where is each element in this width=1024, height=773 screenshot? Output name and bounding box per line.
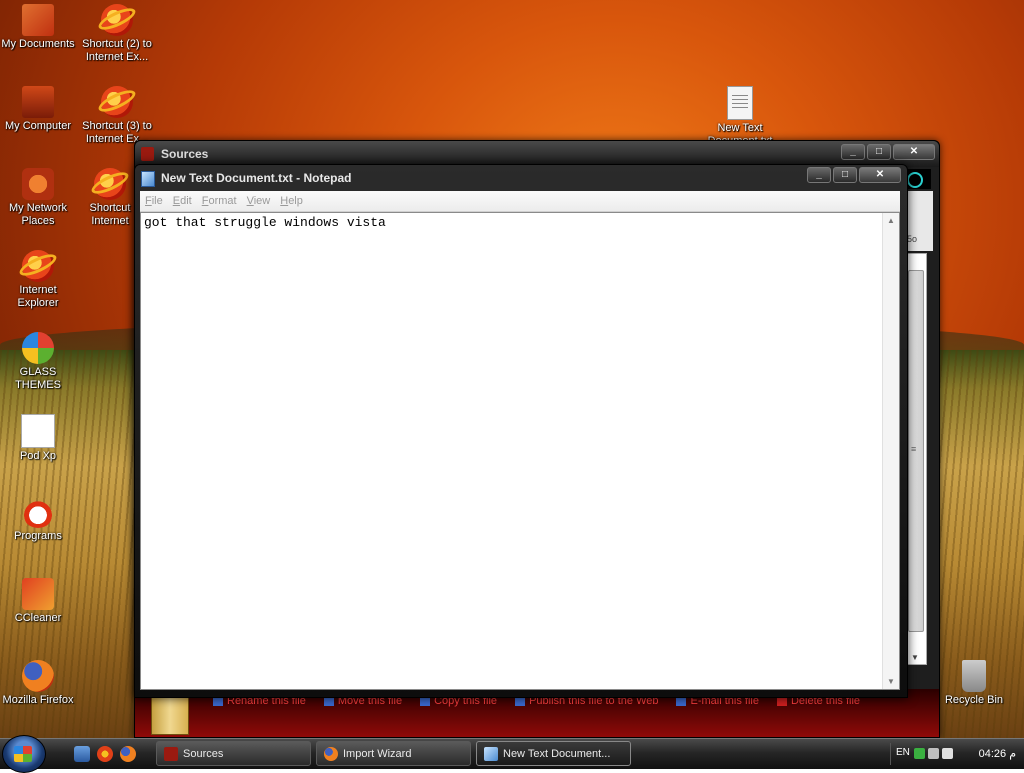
desktop-icon-label: My Network Places <box>8 202 68 227</box>
taskbar-button-label: Sources <box>183 748 224 760</box>
sources-toolbar-fragment <box>905 169 931 189</box>
desktop-icon-label: CCleaner <box>14 612 62 624</box>
internet-explorer-icon[interactable] <box>97 746 113 762</box>
desktop-icon-my-computer[interactable]: My Computer <box>0 86 76 133</box>
sources-window-controls: _ □ ✕ <box>841 144 935 160</box>
menu-file[interactable]: File <box>140 191 168 211</box>
desktop-icon-mozilla-firefox[interactable]: Mozilla Firefox <box>0 660 76 707</box>
system-tray: EN 04:26 م <box>890 739 1024 769</box>
notepad-window[interactable]: New Text Document.txt - Notepad _ □ ✕ Fi… <box>134 164 908 698</box>
sources-panel-fragment: 5o <box>905 191 933 251</box>
menu-format[interactable]: Format <box>197 191 242 211</box>
desktop-icon-my-documents[interactable]: My Documents <box>0 4 76 51</box>
sources-window-icon <box>141 147 154 161</box>
taskbar-button-label: Import Wizard <box>343 748 412 760</box>
taskbar-button-sources[interactable]: Sources <box>156 741 311 766</box>
scroll-grip-icon: ≡ <box>911 444 917 454</box>
menu-help[interactable]: Help <box>275 191 308 211</box>
text-file-icon <box>727 86 753 120</box>
desktop-icon-label: Shortcut (2) to Internet Ex... <box>82 38 152 63</box>
clock[interactable]: 04:26 م <box>979 747 1016 760</box>
windows-logo-icon <box>14 746 32 762</box>
desktop-icon-programs[interactable]: Programs <box>0 496 76 543</box>
desktop-icon-label: Mozilla Firefox <box>2 694 74 706</box>
volume-icon[interactable] <box>942 748 953 759</box>
sources-minimize-button[interactable]: _ <box>841 144 865 160</box>
desktop-icon-label: Programs <box>14 530 62 542</box>
windows-logo-icon <box>22 332 54 364</box>
language-indicator[interactable]: EN <box>896 747 910 758</box>
desktop: My Documents Shortcut (2) to Internet Ex… <box>0 0 1024 738</box>
notepad-content[interactable]: got that struggle windows vista <box>144 215 386 230</box>
internet-explorer-icon <box>101 4 133 36</box>
sources-maximize-button[interactable]: □ <box>867 144 891 160</box>
folder-icon <box>151 695 189 735</box>
desktop-icon-label: My Documents <box>1 38 75 50</box>
taskbar: Sources Import Wizard New Text Document.… <box>0 735 1024 773</box>
recycle-bin-icon <box>962 660 986 692</box>
start-button[interactable] <box>2 735 46 773</box>
notepad-minimize-button[interactable]: _ <box>807 167 831 183</box>
network-icon[interactable] <box>928 748 939 759</box>
notepad-icon <box>484 747 498 761</box>
scroll-down-arrow-icon[interactable]: ▼ <box>911 653 919 662</box>
internet-explorer-icon <box>94 168 126 200</box>
ccleaner-icon <box>22 578 54 610</box>
tray-divider <box>890 743 891 765</box>
sources-scrollbar[interactable]: ≡ ▼ <box>905 253 927 665</box>
desktop-icon-ccleaner[interactable]: CCleaner <box>0 578 76 625</box>
taskbar-button-import-wizard[interactable]: Import Wizard <box>316 741 471 766</box>
notepad-close-button[interactable]: ✕ <box>859 167 901 183</box>
refresh-ring-icon <box>907 172 923 188</box>
sources-app-icon <box>164 747 178 761</box>
my-computer-icon <box>22 86 54 118</box>
show-desktop-icon[interactable] <box>74 746 90 762</box>
network-places-icon <box>22 168 54 200</box>
sources-close-button[interactable]: ✕ <box>893 144 935 160</box>
programs-icon <box>22 496 54 528</box>
document-icon <box>21 414 55 448</box>
desktop-icon-pod-xp[interactable]: Pod Xp <box>0 414 76 463</box>
scroll-down-arrow-icon[interactable]: ▼ <box>887 677 895 686</box>
menu-edit[interactable]: Edit <box>168 191 197 211</box>
desktop-icon-recycle-bin[interactable]: Recycle Bin <box>936 660 1012 707</box>
notepad-window-title: New Text Document.txt - Notepad <box>161 171 352 185</box>
notepad-window-controls: _ □ ✕ <box>807 167 901 183</box>
desktop-icon-label: GLASS THEMES <box>15 366 61 391</box>
desktop-icon-shortcut-2-ie[interactable]: Shortcut (2) to Internet Ex... <box>79 4 155 64</box>
my-documents-icon <box>22 4 54 36</box>
firefox-icon <box>324 747 338 761</box>
check-icon[interactable] <box>914 748 925 759</box>
desktop-icon-glass-themes[interactable]: GLASS THEMES <box>0 332 76 392</box>
desktop-icon-label: Internet Explorer <box>17 284 59 309</box>
notepad-text-area[interactable]: got that struggle windows vista ▲ ▼ <box>140 212 900 690</box>
desktop-icon-shortcut-3-ie[interactable]: Shortcut (3) to Internet Ex... <box>79 86 155 146</box>
notepad-vertical-scrollbar[interactable]: ▲ ▼ <box>882 213 899 689</box>
notepad-title-bar[interactable]: New Text Document.txt - Notepad _ □ ✕ <box>135 165 907 191</box>
internet-explorer-icon <box>101 86 133 118</box>
scroll-up-arrow-icon[interactable]: ▲ <box>887 216 895 225</box>
firefox-icon <box>22 660 54 692</box>
desktop-icon-label: Pod Xp <box>19 450 57 462</box>
sources-window-title: Sources <box>161 147 209 161</box>
taskbar-button-label: New Text Document... <box>503 748 611 760</box>
desktop-icon-my-network-places[interactable]: My Network Places <box>0 168 76 228</box>
notepad-icon <box>141 171 155 187</box>
taskbar-button-notepad[interactable]: New Text Document... <box>476 741 631 766</box>
notepad-maximize-button[interactable]: □ <box>833 167 857 183</box>
internet-explorer-icon <box>22 250 54 282</box>
desktop-icon-label: Recycle Bin <box>944 694 1004 706</box>
sources-panel-text: 5o <box>907 234 918 244</box>
menu-view[interactable]: View <box>242 191 276 211</box>
desktop-icon-label: My Computer <box>4 120 72 132</box>
desktop-icon-new-text-document[interactable]: New Text Document.txt <box>702 86 778 148</box>
notepad-menu-bar: File Edit Format View Help <box>140 191 900 212</box>
firefox-icon[interactable] <box>120 746 136 762</box>
desktop-icon-internet-explorer[interactable]: Internet Explorer <box>0 250 76 310</box>
